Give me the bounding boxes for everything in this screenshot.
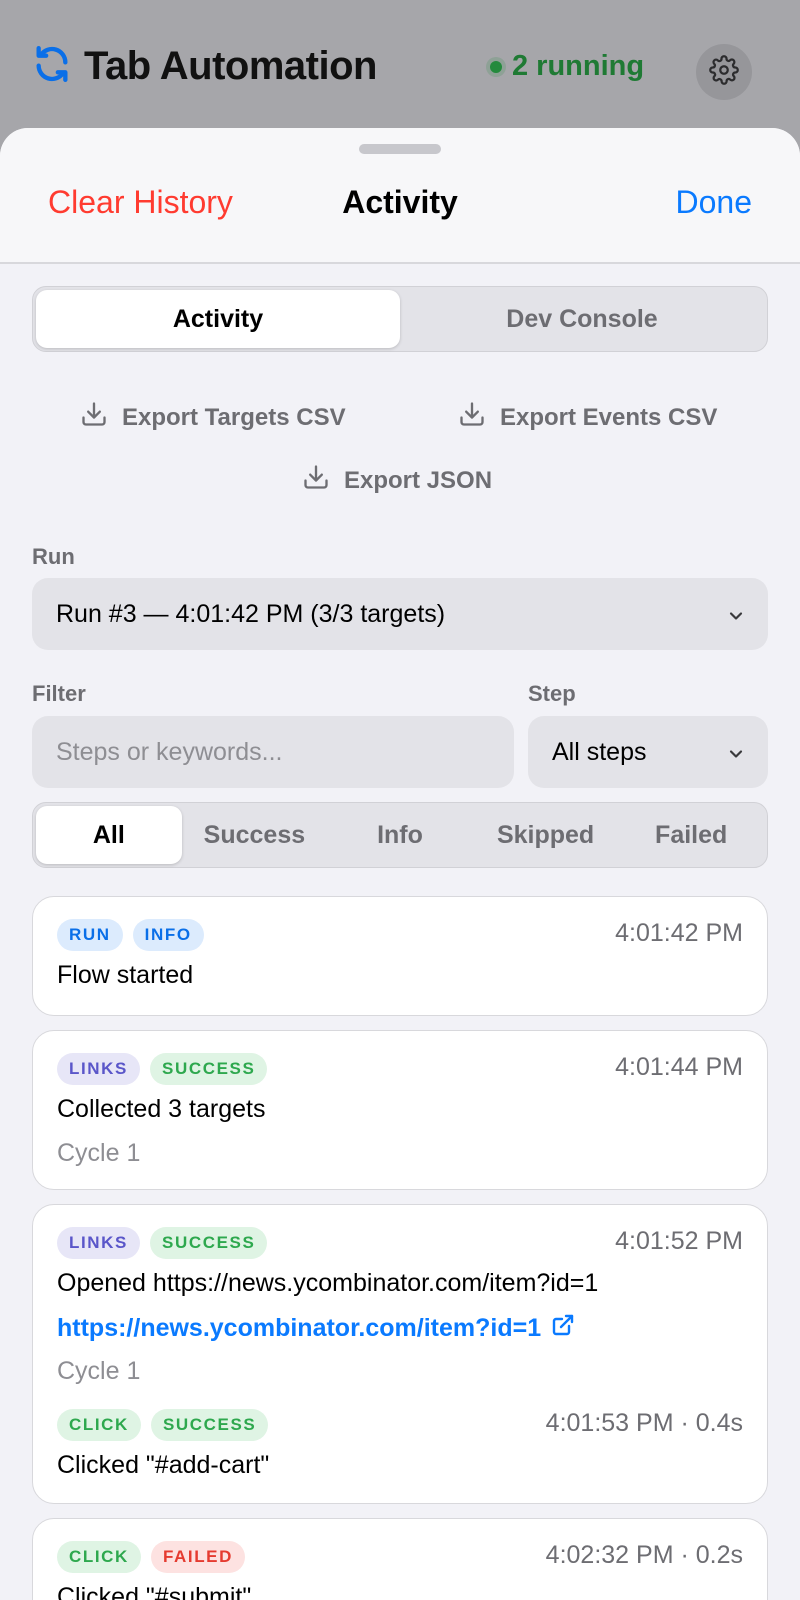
event-card[interactable]: LINKS SUCCESS 4:01:44 PM Collected 3 tar… (32, 1030, 768, 1190)
chevron-down-icon (726, 742, 746, 771)
export-events-csv-button[interactable]: Export Events CSV (458, 400, 717, 435)
settings-button[interactable] (696, 44, 752, 100)
event-tag: SUCCESS (150, 1227, 268, 1259)
event-link-url: https://news.ycombinator.com/item?id=1 (57, 1314, 542, 1342)
status-filter-control: All Success Info Skipped Failed (32, 802, 768, 868)
status-filter-info[interactable]: Info (327, 806, 473, 864)
event-tag: RUN (57, 919, 123, 951)
running-dot-icon (490, 60, 502, 73)
event-tags: CLICK FAILED (57, 1541, 245, 1573)
export-targets-csv-button[interactable]: Export Targets CSV (80, 400, 346, 435)
event-tags: RUN INFO (57, 919, 204, 951)
step-label: Step (528, 681, 576, 706)
export-targets-csv-label: Export Targets CSV (122, 403, 346, 431)
download-icon (302, 463, 330, 498)
event-message: Opened https://news.ycombinator.com/item… (57, 1269, 599, 1297)
event-time: 4:01:52 PM (615, 1227, 743, 1255)
status-filter-failed[interactable]: Failed (618, 806, 764, 864)
app-header: Tab Automation 2 running (0, 0, 800, 140)
clear-history-button[interactable]: Clear History (48, 184, 233, 221)
tab-activity[interactable]: Activity (36, 290, 400, 348)
event-message: Clicked "#submit" (57, 1583, 252, 1600)
event-tag: SUCCESS (150, 1409, 269, 1441)
event-tag: CLICK (57, 1409, 141, 1441)
run-label: Run (32, 544, 75, 569)
view-segmented-control: Activity Dev Console (32, 286, 768, 352)
event-card[interactable]: RUN INFO 4:01:42 PM Flow started (32, 896, 768, 1016)
running-status: 2 running (490, 50, 644, 83)
filter-input[interactable]: Steps or keywords... (32, 716, 514, 788)
download-icon (458, 400, 486, 435)
event-cycle: Cycle 1 (57, 1357, 141, 1385)
step-select-value: All steps (552, 737, 647, 766)
event-card[interactable]: CLICK FAILED 4:02:32 PM · 0.2s Clicked "… (32, 1518, 768, 1600)
event-link[interactable]: https://news.ycombinator.com/item?id=1 (57, 1313, 575, 1344)
done-button[interactable]: Done (676, 184, 753, 221)
event-tag: INFO (132, 919, 204, 951)
event-time: 4:02:32 PM · 0.2s (545, 1541, 743, 1569)
status-filter-all[interactable]: All (36, 806, 182, 864)
filter-input-placeholder: Steps or keywords... (56, 737, 283, 766)
event-time: 4:01:44 PM (615, 1053, 743, 1081)
refresh-icon (32, 44, 72, 89)
event-tags: LINKS SUCCESS (57, 1053, 268, 1085)
event-tag: LINKS (57, 1053, 140, 1085)
event-message: Flow started (57, 961, 194, 989)
app-title: Tab Automation (84, 44, 377, 88)
run-select-value: Run #3 — 4:01:42 PM (3/3 targets) (56, 599, 446, 628)
event-tag: FAILED (150, 1541, 245, 1573)
event-tag: LINKS (57, 1227, 140, 1259)
export-events-csv-label: Export Events CSV (500, 403, 718, 431)
external-link-icon (551, 1313, 575, 1344)
step-select[interactable]: All steps (528, 716, 768, 788)
export-json-button[interactable]: Export JSON (302, 463, 492, 498)
event-card[interactable]: LINKS SUCCESS 4:01:52 PM Opened https://… (32, 1204, 768, 1504)
download-icon (80, 400, 108, 435)
sheet-grabber[interactable] (359, 144, 441, 154)
event-time: 4:01:53 PM · 0.4s (545, 1409, 743, 1437)
sheet-nav-bar: Activity Clear History Done (0, 128, 800, 264)
event-tag: CLICK (57, 1541, 141, 1573)
run-select[interactable]: Run #3 — 4:01:42 PM (3/3 targets) (32, 578, 768, 650)
filter-label: Filter (32, 681, 86, 706)
running-status-label: 2 running (512, 50, 645, 82)
tab-dev-console[interactable]: Dev Console (400, 290, 764, 348)
event-tags: LINKS SUCCESS (57, 1227, 268, 1259)
event-message: Clicked "#add-cart" (57, 1451, 270, 1479)
status-filter-success[interactable]: Success (182, 806, 328, 864)
app-title-group: Tab Automation (32, 44, 377, 89)
activity-sheet: Activity Clear History Done Activity Dev… (0, 128, 800, 1600)
status-filter-skipped[interactable]: Skipped (473, 806, 619, 864)
event-cycle: Cycle 1 (57, 1139, 141, 1167)
chevron-down-icon (726, 604, 746, 633)
event-message: Collected 3 targets (57, 1095, 266, 1123)
event-tags: CLICK SUCCESS (57, 1409, 269, 1441)
event-time: 4:01:42 PM (615, 919, 743, 947)
export-json-label: Export JSON (344, 466, 493, 494)
gear-icon (709, 54, 739, 90)
event-tag: SUCCESS (150, 1053, 268, 1085)
